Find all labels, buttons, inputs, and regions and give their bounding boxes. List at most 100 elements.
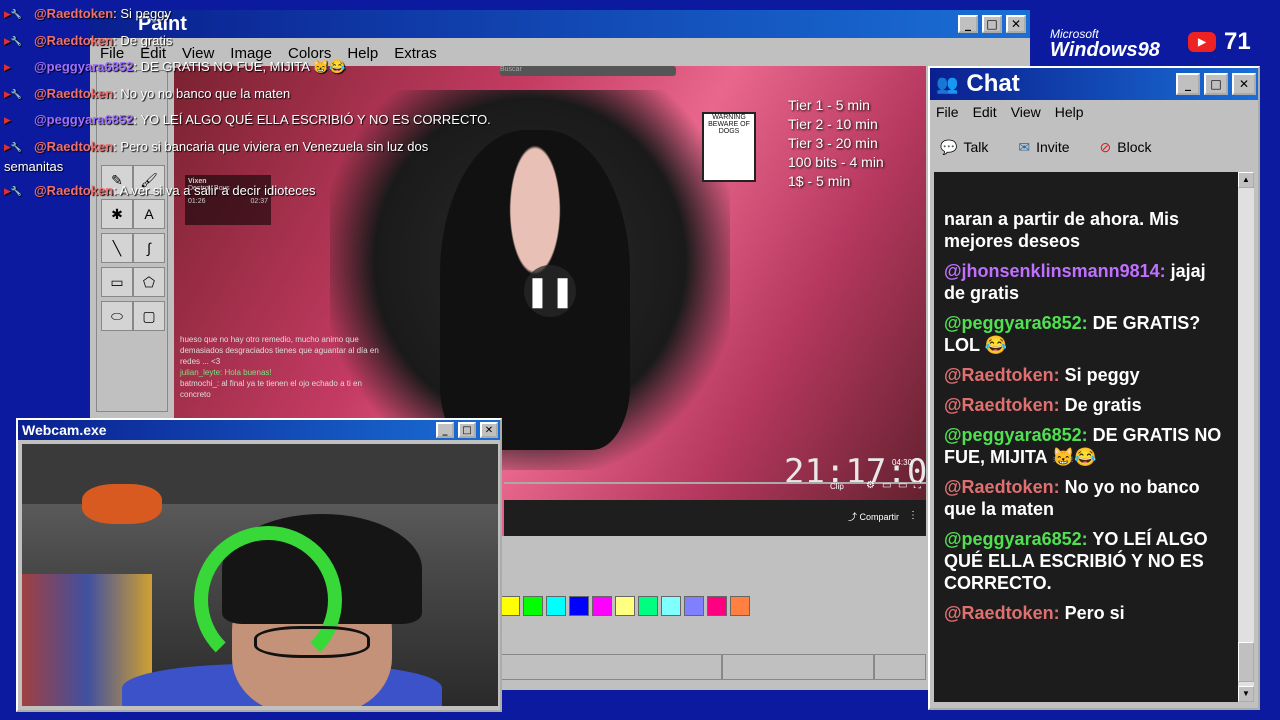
chat-message-user: @Raedtoken: — [944, 477, 1060, 497]
palette-swatch[interactable] — [730, 596, 750, 616]
chat-window: 👥 Chat _ □ ✕ File Edit View Help 💬 Talk ✉… — [928, 66, 1260, 710]
maximize-button[interactable]: □ — [458, 422, 476, 438]
scroll-up-icon[interactable]: ▲ — [1238, 172, 1254, 188]
logo-windows98: Windows98 — [1050, 39, 1160, 61]
overlay-chat-text: : De gratis — [113, 32, 173, 48]
warning-sign: WARNING BEWARE OF DOGS — [702, 112, 756, 182]
viewer-count: 71 — [1224, 28, 1251, 55]
theater-icon[interactable]: ▭ — [898, 480, 907, 491]
maximize-button[interactable]: □ — [1204, 73, 1228, 95]
youtube-icon: ▶🔧 — [4, 9, 23, 19]
menu-edit[interactable]: Edit — [973, 104, 997, 120]
overlay-chat-row: ▶ @peggyara6852: YO LEÍ ALGO QUÉ ELLA ESC… — [0, 112, 520, 139]
overlay-chat-row: ▶🔧 @Raedtoken: Si peggy — [0, 6, 520, 33]
minimize-button[interactable]: _ — [1176, 73, 1200, 95]
viewer-counter: ▶ 71 — [1188, 28, 1251, 56]
overlay-chat-text: semanitas — [4, 158, 64, 174]
chat-message: @Raedtoken: No yo no banco que la maten — [944, 476, 1230, 520]
chat-toolbar: 💬 Talk ✉ Invite ⊘ Block — [930, 124, 1258, 170]
tier-item: Tier 1 - 5 min — [788, 97, 870, 113]
minimize-button[interactable]: _ — [958, 15, 978, 33]
menu-help[interactable]: Help — [1055, 104, 1084, 120]
chat-message-user: @Raedtoken: — [944, 603, 1060, 623]
palette-swatch[interactable] — [615, 596, 635, 616]
youtube-icon: ▶🔧 — [4, 185, 23, 196]
palette-swatch[interactable] — [707, 596, 727, 616]
settings-icon[interactable]: ⚙ — [866, 480, 875, 491]
fruit-decoration — [82, 484, 162, 524]
overlay-chat-row: semanitas — [0, 159, 520, 183]
clip-button[interactable]: Clip — [830, 482, 844, 491]
talk-label: Talk — [963, 139, 989, 155]
chat-titlebar: 👥 Chat _ □ ✕ — [930, 68, 1258, 100]
chat-people-icon: 👥 — [936, 73, 959, 94]
maximize-button[interactable]: □ — [982, 15, 1002, 33]
youtube-icon: ▶ — [4, 62, 11, 72]
palette-swatch[interactable] — [684, 596, 704, 616]
video-chat-line: julian_leyte: Hola buenas! — [180, 368, 272, 377]
chat-message: @peggyara6852: DE GRATIS? LOL 😂 — [944, 312, 1230, 356]
palette-swatch[interactable] — [569, 596, 589, 616]
video-search-bar[interactable]: Buscar — [500, 66, 676, 76]
youtube-icon: ▶ — [4, 115, 11, 125]
video-progress-bar[interactable] — [504, 482, 926, 498]
curve-icon[interactable]: ∫ — [133, 233, 165, 263]
overlay-chat-row: ▶🔧 @Raedtoken: De gratis — [0, 33, 520, 60]
close-button[interactable]: ✕ — [1006, 15, 1026, 33]
glasses — [254, 626, 370, 658]
overlay-chat-text: : DE GRATIS NO FUE, MIJITA 😸😂 — [133, 59, 346, 74]
rectangle-icon[interactable]: ▭ — [101, 267, 133, 297]
palette-swatch[interactable] — [500, 596, 520, 616]
tier-item: 100 bits - 4 min — [788, 154, 884, 170]
close-button[interactable]: ✕ — [1232, 73, 1256, 95]
chat-message-text: Si peggy — [1064, 365, 1140, 385]
palette-swatch[interactable] — [546, 596, 566, 616]
overlay-chat-user: @Raedtoken — [34, 182, 114, 198]
palette-swatch[interactable] — [638, 596, 658, 616]
fullscreen-icon[interactable]: ⛶ — [914, 480, 921, 491]
palette-swatch[interactable] — [661, 596, 681, 616]
invite-button[interactable]: ✉ Invite — [1018, 139, 1069, 156]
more-options-icon[interactable]: ⋮ — [908, 510, 918, 521]
video-chat-line: concreto — [180, 390, 211, 399]
block-button[interactable]: ⊘ Block — [1100, 139, 1152, 156]
menu-file[interactable]: File — [936, 104, 959, 120]
polygon-icon[interactable]: ⬠ — [133, 267, 165, 297]
youtube-icon: ▶🔧 — [4, 141, 23, 152]
overlay-chat-text: : YO LEÍ ALGO QUÉ ELLA ESCRIBIÓ Y NO ES … — [133, 112, 491, 127]
overlay-chat-user: @Raedtoken — [34, 6, 114, 21]
ellipse-icon[interactable]: ⬭ — [101, 301, 133, 331]
minimize-button[interactable]: _ — [436, 422, 454, 438]
share-button[interactable]: ⤴ Compartir — [848, 510, 899, 523]
paint-statusbar — [500, 654, 926, 680]
rounded-rect-icon[interactable]: ▢ — [133, 301, 165, 331]
miniplayer-icon[interactable]: ▭ — [882, 480, 891, 491]
block-label: Block — [1117, 139, 1152, 155]
scroll-thumb[interactable] — [1238, 642, 1254, 682]
chat-message-user: @peggyara6852: — [944, 313, 1088, 333]
overlay-chat-user: @Raedtoken — [34, 85, 114, 101]
webcam-title: Webcam.exe — [22, 422, 107, 438]
share-label: Compartir — [859, 512, 900, 522]
windows98-logo: Microsoft Windows98 — [1050, 26, 1160, 61]
video-chat-overlay: hueso que no hay otro remedio, mucho ani… — [180, 334, 430, 400]
overlay-chat-user: @peggyara6852 — [34, 112, 134, 127]
palette-swatch[interactable] — [523, 596, 543, 616]
line-icon[interactable]: ╲ — [101, 233, 133, 263]
chat-message: naran a partir de ahora. Mis mejores des… — [944, 208, 1230, 252]
chat-scrollbar[interactable]: ▲ ▼ — [1238, 172, 1254, 702]
menu-view[interactable]: View — [1011, 104, 1041, 120]
invite-label: Invite — [1036, 139, 1070, 155]
status-cell — [874, 654, 926, 680]
youtube-icon: ▶🔧 — [4, 88, 23, 99]
overlay-chat-user: @peggyara6852 — [34, 59, 134, 74]
chat-message: @jhonsenklinsmann9814: jajaj de gratis — [944, 260, 1230, 304]
talk-button[interactable]: 💬 Talk — [940, 139, 988, 156]
scroll-down-icon[interactable]: ▼ — [1238, 686, 1254, 702]
chat-message-text: Pero si — [1064, 603, 1125, 623]
video-chat-line: hueso que no hay otro remedio, mucho ani… — [180, 335, 359, 344]
close-button[interactable]: ✕ — [480, 422, 498, 438]
palette-swatch[interactable] — [592, 596, 612, 616]
pause-icon[interactable]: ❚❚ — [524, 265, 576, 317]
overlay-chat-user: @Raedtoken — [34, 32, 114, 48]
